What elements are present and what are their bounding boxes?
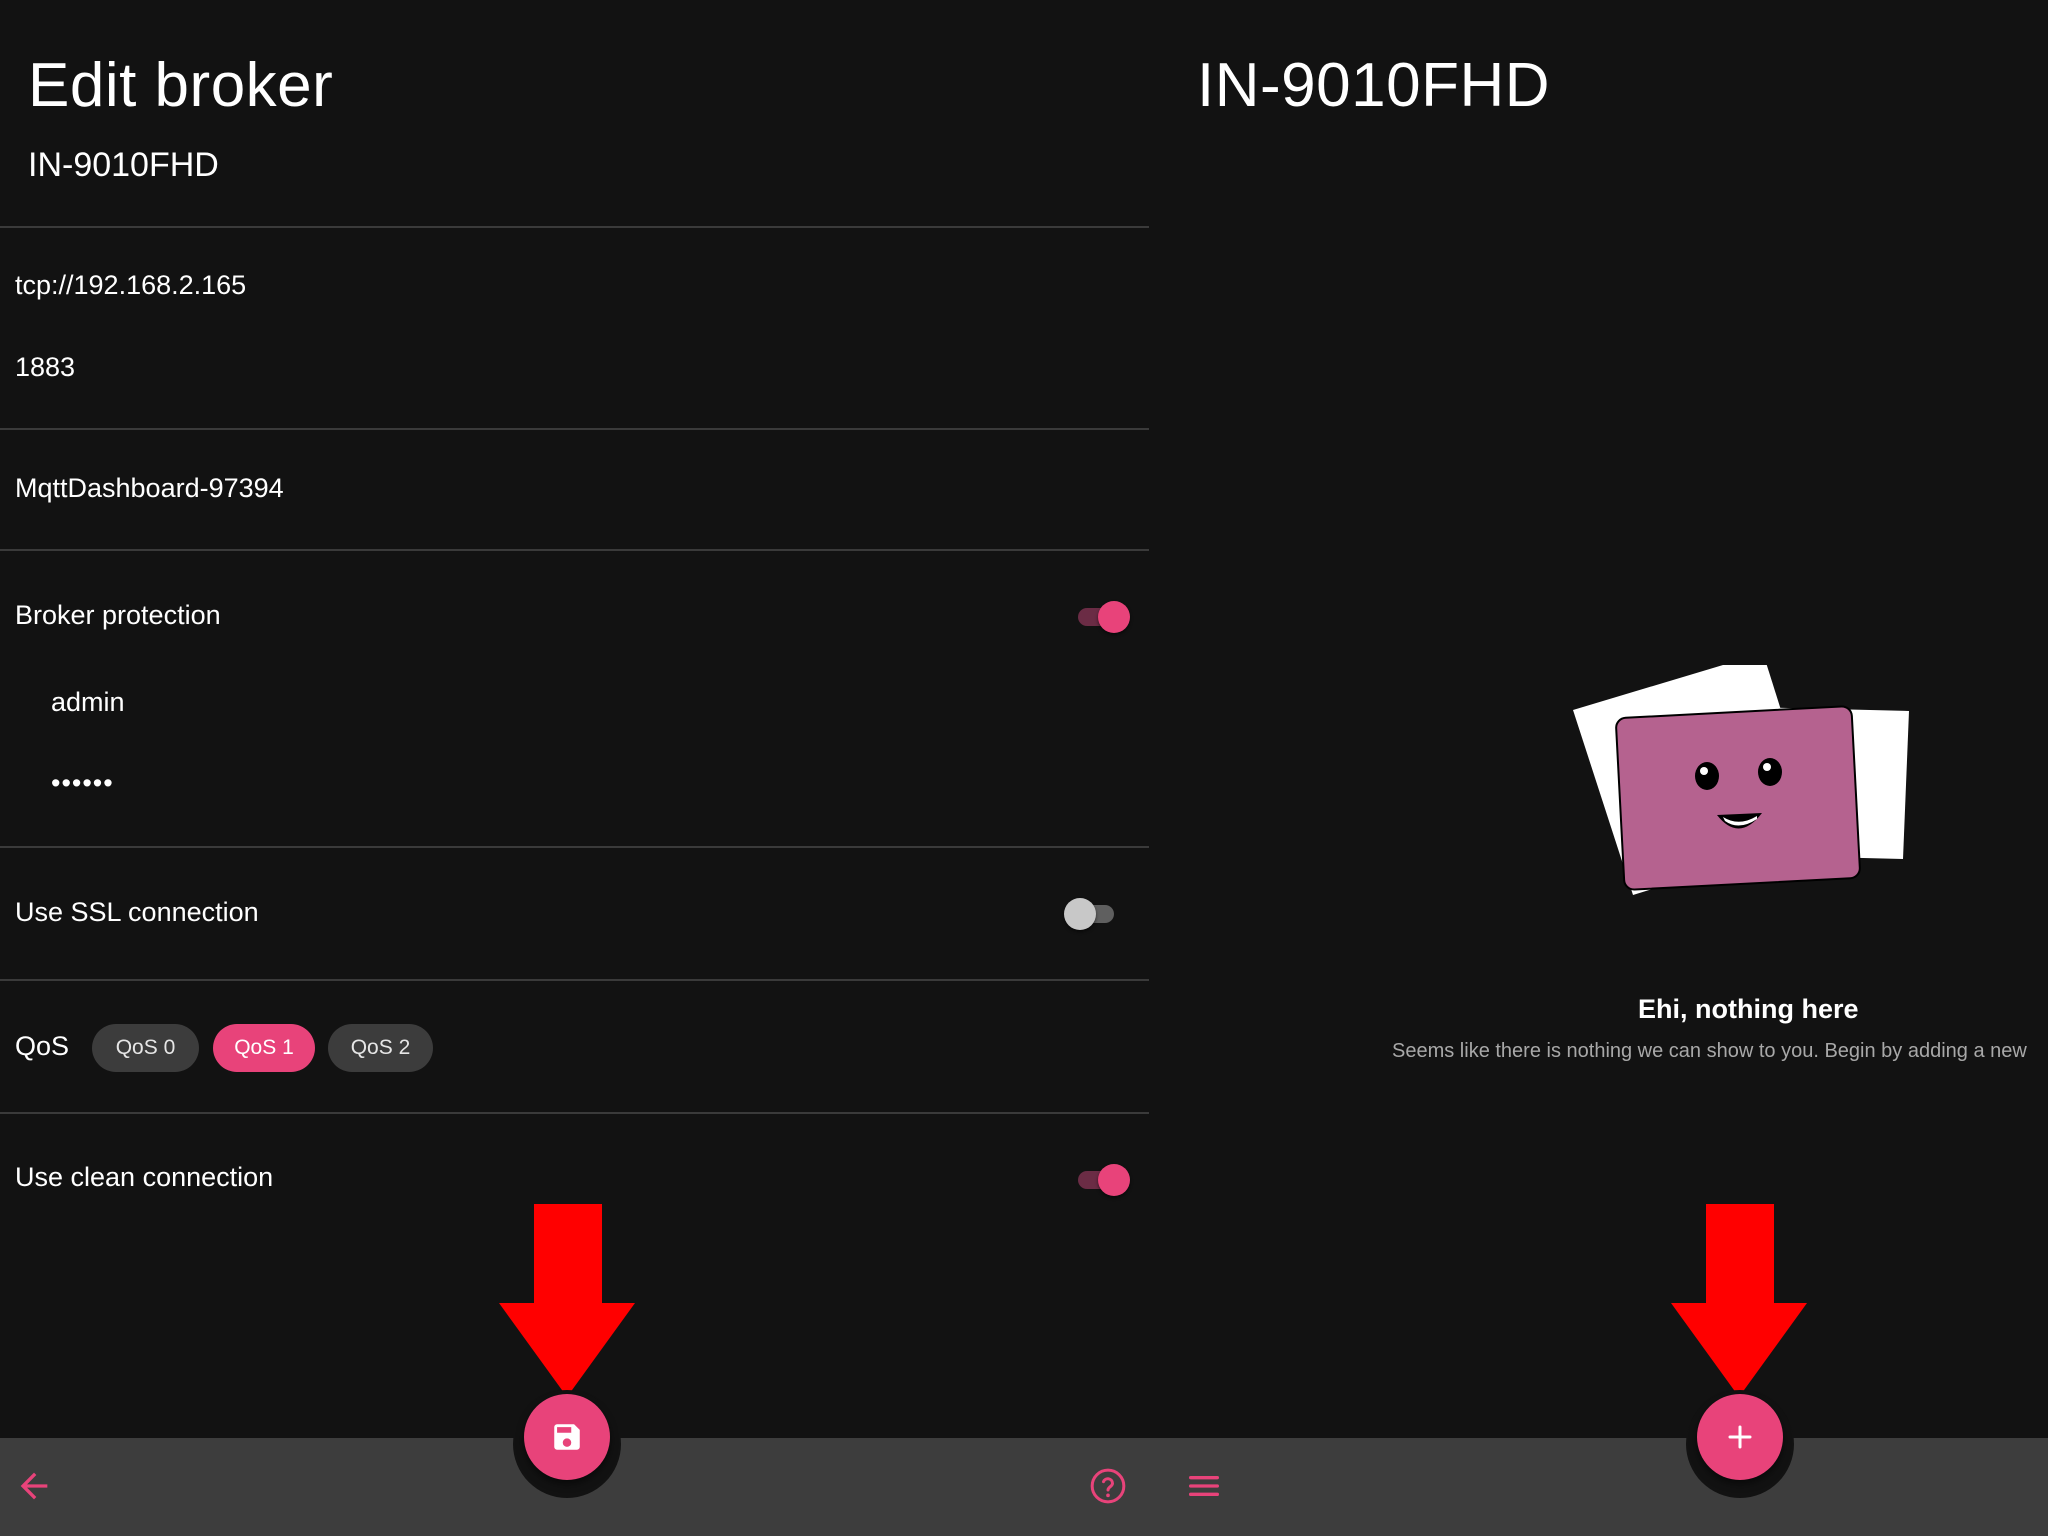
annotation-arrow-shaft: [1706, 1204, 1774, 1306]
annotation-arrow-shaft: [534, 1204, 602, 1306]
clean-connection-label: Use clean connection: [15, 1162, 274, 1192]
username-field[interactable]: admin: [51, 687, 125, 718]
edit-broker-screen: Edit broker IN-9010FHD tcp://192.168.2.1…: [0, 0, 1149, 1536]
toggle-knob: [1064, 898, 1096, 930]
back-button[interactable]: [14, 1466, 54, 1506]
empty-state-illustration: [1573, 665, 1909, 895]
save-button[interactable]: [524, 1394, 610, 1480]
divider: [0, 226, 1149, 228]
clean-connection-toggle[interactable]: [1076, 1160, 1132, 1200]
client-id-field[interactable]: MqttDashboard-97394: [15, 473, 284, 504]
qos-1-chip[interactable]: QoS 1: [213, 1024, 315, 1072]
add-button[interactable]: [1697, 1394, 1783, 1480]
broker-protection-toggle[interactable]: [1076, 597, 1132, 637]
arrow-back-icon: [20, 1472, 48, 1500]
qos-2-chip[interactable]: QoS 2: [328, 1024, 433, 1072]
divider: [0, 1112, 1149, 1114]
save-icon: [554, 1424, 580, 1450]
page-title: Edit broker: [28, 51, 334, 120]
divider: [0, 846, 1149, 848]
menu-button[interactable]: [1184, 1466, 1224, 1506]
menu-icon: [1189, 1476, 1219, 1496]
password-field[interactable]: ••••••: [51, 768, 114, 799]
qos-0-chip[interactable]: QoS 0: [92, 1024, 199, 1072]
divider: [0, 549, 1149, 551]
toggle-knob: [1098, 1164, 1130, 1196]
broker-name[interactable]: IN-9010FHD: [28, 146, 219, 185]
help-button[interactable]: [1088, 1466, 1128, 1506]
bottom-app-bar: [1149, 1438, 2048, 1536]
toggle-knob: [1098, 601, 1130, 633]
annotation-arrow-head: [499, 1303, 635, 1397]
empty-state-title: Ehi, nothing here: [1638, 994, 1859, 1024]
plus-icon: [1728, 1425, 1752, 1449]
divider: [0, 979, 1149, 981]
divider: [0, 428, 1149, 430]
dashboard-screen: IN-9010FHD Ehi, nothing here Seems like …: [1149, 0, 2048, 1536]
page-title: IN-9010FHD: [1197, 51, 1550, 120]
empty-state-description: Seems like there is nothing we can show …: [1392, 1040, 2027, 1062]
ssl-toggle[interactable]: [1064, 894, 1122, 934]
help-circle-icon: [1090, 1468, 1126, 1504]
annotation-arrow-head: [1671, 1303, 1807, 1397]
broker-address-field[interactable]: tcp://192.168.2.165: [15, 270, 246, 301]
qos-label: QoS: [15, 1031, 70, 1061]
broker-port-field[interactable]: 1883: [15, 352, 75, 383]
broker-protection-label: Broker protection: [15, 600, 221, 630]
ssl-label: Use SSL connection: [15, 897, 259, 927]
